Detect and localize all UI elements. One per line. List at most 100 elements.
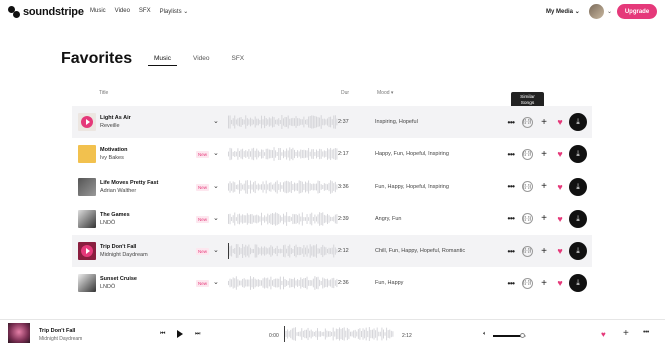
track-artwork[interactable] <box>78 242 96 261</box>
track-artwork[interactable] <box>78 209 96 228</box>
track-title[interactable]: Light As Air <box>100 115 131 121</box>
track-waveform[interactable] <box>228 179 338 195</box>
track-artist[interactable]: LNDÖ <box>100 284 115 290</box>
volume-slider[interactable] <box>493 333 526 338</box>
add-icon[interactable]: + <box>538 180 550 194</box>
playhead[interactable] <box>284 326 285 342</box>
play-button[interactable] <box>172 326 187 341</box>
tab-video[interactable]: Video <box>187 55 216 66</box>
similar-songs-button[interactable]: ((·)) <box>521 276 533 290</box>
track-row[interactable]: Sunset Cruise LNDÖ New ⌄ 2:36 Fun, Happy… <box>72 267 592 299</box>
waveform-bar <box>302 330 304 338</box>
more-icon[interactable]: ••• <box>505 276 517 290</box>
track-row[interactable]: Trip Don't Fall Midnight Daydream New ⌄ … <box>72 235 592 268</box>
track-row[interactable]: Motivation Ivy Bakes New ⌄ 2:17 Happy, F… <box>72 138 592 170</box>
chevron-down-icon[interactable]: ⌄ <box>213 149 219 157</box>
track-waveform[interactable] <box>228 146 338 162</box>
track-artist[interactable]: Reveille <box>100 123 120 129</box>
chevron-down-icon[interactable]: ⌄ <box>213 214 219 222</box>
logo[interactable]: soundstripe <box>8 6 84 18</box>
more-icon[interactable]: ••• <box>643 329 649 336</box>
similar-songs-button[interactable]: ((·)) <box>521 212 533 226</box>
chevron-down-icon[interactable]: ⌄ <box>213 278 219 286</box>
similar-songs-button[interactable]: ((·)) <box>521 147 533 161</box>
player-track-title[interactable]: Trip Don't Fall <box>39 328 75 334</box>
player-artist[interactable]: Midnight Daydream <box>39 336 82 342</box>
upgrade-button[interactable]: Upgrade <box>617 4 657 19</box>
playhead[interactable] <box>228 243 229 260</box>
heart-icon[interactable]: ♥ <box>554 180 566 194</box>
track-artwork[interactable] <box>78 145 96 164</box>
track-waveform[interactable] <box>228 243 338 260</box>
download-button[interactable]: ⤓ <box>569 177 587 196</box>
add-icon[interactable]: + <box>538 244 550 258</box>
heart-icon[interactable]: ♥ <box>554 212 566 226</box>
track-waveform[interactable] <box>228 275 338 291</box>
track-title[interactable]: Trip Don't Fall <box>100 244 136 250</box>
chevron-down-icon[interactable]: ⌄ <box>213 246 219 254</box>
add-icon[interactable]: + <box>538 147 550 161</box>
heart-icon[interactable]: ♥ <box>601 330 606 339</box>
download-button[interactable]: ⤓ <box>569 242 587 261</box>
waveform-bar <box>259 120 261 124</box>
more-icon[interactable]: ••• <box>505 244 517 258</box>
track-row[interactable]: Life Moves Pretty Fast Adrian Walther Ne… <box>72 171 592 203</box>
player-waveform[interactable] <box>284 326 394 342</box>
track-waveform[interactable] <box>228 114 338 130</box>
track-title[interactable]: Motivation <box>100 147 128 153</box>
heart-icon[interactable]: ♥ <box>554 244 566 258</box>
track-artist[interactable]: Midnight Daydream <box>100 252 148 258</box>
nav-sfx[interactable]: SFX <box>139 8 151 15</box>
more-icon[interactable]: ••• <box>505 115 517 129</box>
download-button[interactable]: ⤓ <box>569 274 587 293</box>
waveform-bar <box>286 117 288 127</box>
more-icon[interactable]: ••• <box>505 180 517 194</box>
track-row[interactable]: The Games LNDÖ New ⌄ 2:39 Angry, Fun •••… <box>72 203 592 235</box>
more-icon[interactable]: ••• <box>505 147 517 161</box>
my-media-menu[interactable]: My Media ⌄ <box>546 8 580 15</box>
waveform-bar <box>359 328 361 340</box>
track-artwork[interactable] <box>78 177 96 196</box>
download-button[interactable]: ⤓ <box>569 113 587 131</box>
track-artist[interactable]: Adrian Walther <box>100 188 136 194</box>
track-artist[interactable]: LNDÖ <box>100 220 115 226</box>
heart-icon[interactable]: ♥ <box>554 147 566 161</box>
add-icon[interactable]: + <box>538 276 550 290</box>
avatar[interactable] <box>589 4 604 19</box>
nav-playlists[interactable]: Playlists ⌄ <box>160 8 189 15</box>
download-button[interactable]: ⤓ <box>569 209 587 228</box>
track-artwork[interactable] <box>78 274 96 293</box>
add-icon[interactable]: + <box>538 212 550 226</box>
track-title[interactable]: The Games <box>100 212 130 218</box>
nav-video[interactable]: Video <box>115 8 130 15</box>
heart-icon[interactable]: ♥ <box>554 115 566 129</box>
download-button[interactable]: ⤓ <box>569 145 587 164</box>
track-artist[interactable]: Ivy Bakes <box>100 155 124 161</box>
similar-songs-button[interactable]: ((·)) <box>521 180 533 194</box>
play-icon[interactable] <box>81 245 93 258</box>
waveform-bar <box>234 181 236 192</box>
add-icon[interactable]: + <box>623 328 629 339</box>
volume-knob[interactable] <box>520 333 526 338</box>
nav-music[interactable]: Music <box>90 8 106 15</box>
volume-icon[interactable]: 🔈︎ <box>483 331 487 338</box>
track-row[interactable]: Light As Air Reveille ⌄ 2:37 Inspiring, … <box>72 106 592 139</box>
tab-music[interactable]: Music <box>148 55 177 66</box>
track-title[interactable]: Life Moves Pretty Fast <box>100 180 158 186</box>
track-title[interactable]: Sunset Cruise <box>100 276 137 282</box>
play-icon[interactable] <box>81 116 93 128</box>
similar-songs-button[interactable]: ((·)) <box>521 115 533 129</box>
chevron-down-icon[interactable]: ⌄ <box>607 8 612 15</box>
add-icon[interactable]: + <box>538 115 550 129</box>
column-mood[interactable]: Mood ▾ <box>377 90 393 96</box>
chevron-down-icon[interactable]: ⌄ <box>213 117 219 125</box>
more-icon[interactable]: ••• <box>505 212 517 226</box>
heart-icon[interactable]: ♥ <box>554 276 566 290</box>
similar-songs-button[interactable]: ((·)) <box>521 244 533 258</box>
chevron-down-icon[interactable]: ⌄ <box>213 182 219 190</box>
track-artwork[interactable] <box>78 113 96 131</box>
tab-sfx[interactable]: SFX <box>226 55 251 66</box>
next-icon[interactable]: ⏭ <box>195 331 200 338</box>
previous-icon[interactable]: ⏮ <box>160 331 165 338</box>
track-waveform[interactable] <box>228 211 338 227</box>
